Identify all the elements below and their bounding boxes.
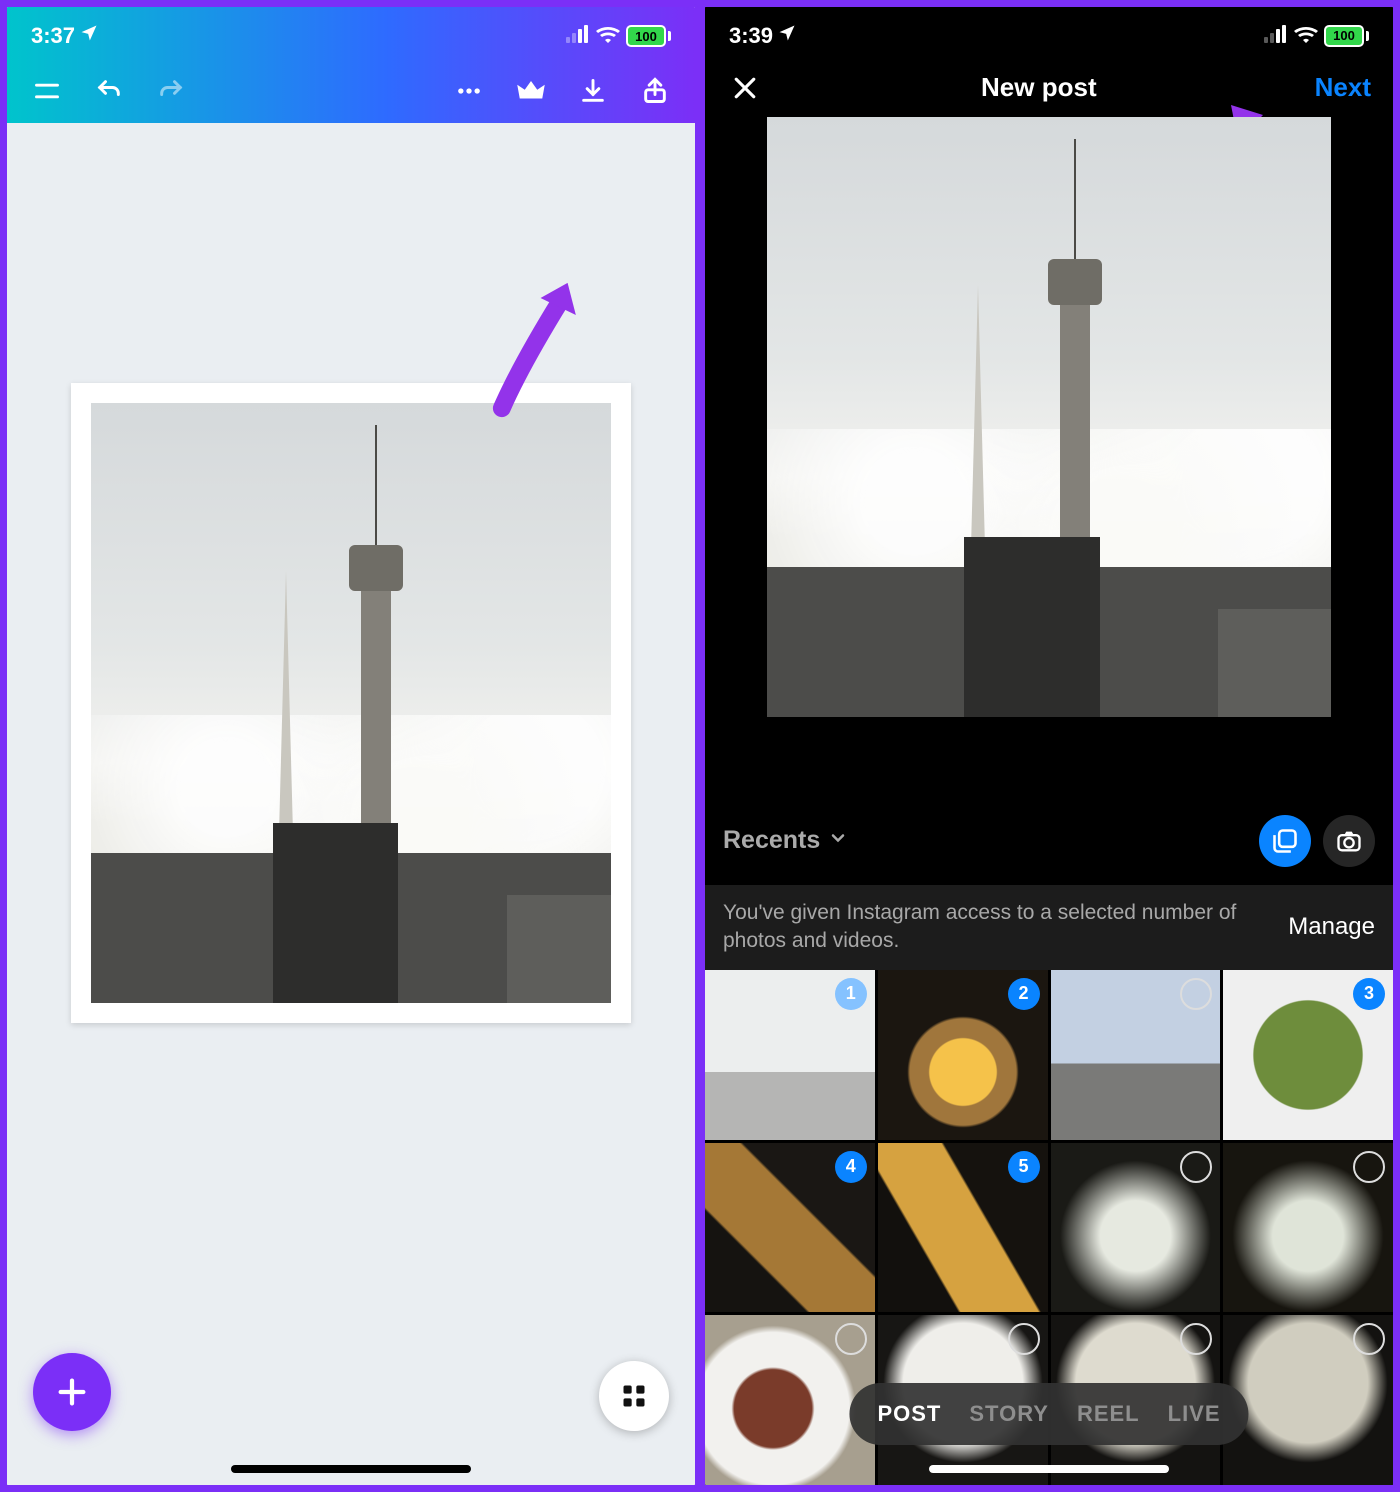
- status-bar: 3:37 100: [7, 7, 695, 59]
- wifi-icon: [1294, 23, 1318, 49]
- close-button[interactable]: [727, 70, 763, 106]
- cellular-icon: [1264, 23, 1288, 49]
- access-text: You've given Instagram access to a selec…: [723, 899, 1276, 956]
- post-mode-selector[interactable]: POST STORY REEL LIVE: [849, 1383, 1248, 1445]
- selection-badge: 4: [835, 1151, 867, 1183]
- pages-grid-button[interactable]: [599, 1361, 669, 1431]
- crown-icon[interactable]: [513, 73, 549, 109]
- selection-badge: [1180, 1323, 1212, 1355]
- photo-thumbnail[interactable]: 4: [705, 1143, 875, 1313]
- photo-thumbnail[interactable]: 3: [1223, 970, 1393, 1140]
- battery-icon: 100: [1324, 25, 1369, 47]
- photo-thumbnail[interactable]: [1051, 970, 1221, 1140]
- canvas-image[interactable]: [91, 403, 611, 1003]
- mode-story[interactable]: STORY: [969, 1401, 1049, 1427]
- selection-badge: [1353, 1323, 1385, 1355]
- comparison-container: 3:37 100: [0, 0, 1400, 1492]
- camera-button[interactable]: [1323, 815, 1375, 867]
- location-icon: [777, 23, 797, 49]
- status-time: 3:39: [729, 23, 773, 49]
- battery-icon: 100: [626, 25, 671, 47]
- selection-badge: [1008, 1323, 1040, 1355]
- phone-canva: 3:37 100: [4, 4, 698, 1488]
- photo-thumbnail[interactable]: [1223, 1315, 1393, 1485]
- wifi-icon: [596, 23, 620, 49]
- mode-post[interactable]: POST: [877, 1401, 941, 1427]
- album-dropdown[interactable]: Recents: [723, 826, 848, 855]
- manage-button[interactable]: Manage: [1288, 913, 1375, 941]
- canvas-page[interactable]: [71, 383, 631, 1023]
- canva-toolbar: [7, 59, 695, 123]
- new-post-header: New post Next: [705, 58, 1393, 117]
- redo-button[interactable]: [153, 73, 189, 109]
- cellular-icon: [566, 23, 590, 49]
- undo-button[interactable]: [91, 73, 127, 109]
- selection-badge: [1353, 1151, 1385, 1183]
- location-icon: [79, 23, 99, 49]
- photo-thumbnail[interactable]: 5: [878, 1143, 1048, 1313]
- selection-badge: [1180, 978, 1212, 1010]
- status-bar: 3:39 100: [705, 7, 1393, 58]
- selection-badge: 2: [1008, 978, 1040, 1010]
- chevron-down-icon: [828, 826, 848, 855]
- share-button[interactable]: [637, 73, 673, 109]
- photo-thumbnail[interactable]: [1223, 1143, 1393, 1313]
- album-picker-bar: Recents: [705, 796, 1393, 885]
- canvas-area[interactable]: [7, 123, 695, 1485]
- mode-live[interactable]: LIVE: [1168, 1401, 1221, 1427]
- selection-badge: [835, 1323, 867, 1355]
- add-page-button[interactable]: [33, 1353, 111, 1431]
- home-indicator: [231, 1465, 471, 1473]
- photo-thumbnail[interactable]: 1: [705, 970, 875, 1140]
- more-icon[interactable]: [451, 73, 487, 109]
- album-label: Recents: [723, 826, 820, 855]
- phone-instagram: 3:39 100 New post: [702, 4, 1396, 1488]
- download-button[interactable]: [575, 73, 611, 109]
- limited-access-bar: You've given Instagram access to a selec…: [705, 885, 1393, 970]
- selection-badge: 3: [1353, 978, 1385, 1010]
- selection-badge: 5: [1008, 1151, 1040, 1183]
- select-multiple-button[interactable]: [1259, 815, 1311, 867]
- status-time: 3:37: [31, 23, 75, 49]
- selection-badge: [1180, 1151, 1212, 1183]
- next-button[interactable]: Next: [1315, 72, 1371, 103]
- home-indicator: [929, 1465, 1169, 1473]
- mode-reel[interactable]: REEL: [1077, 1401, 1140, 1427]
- page-title: New post: [981, 72, 1097, 103]
- photo-preview[interactable]: [705, 117, 1393, 796]
- selection-badge: 1: [835, 978, 867, 1010]
- photo-thumbnail[interactable]: [705, 1315, 875, 1485]
- annotation-arrow: [466, 263, 618, 423]
- photo-thumbnail[interactable]: [1051, 1143, 1221, 1313]
- photo-thumbnail[interactable]: 2: [878, 970, 1048, 1140]
- menu-icon[interactable]: [29, 73, 65, 109]
